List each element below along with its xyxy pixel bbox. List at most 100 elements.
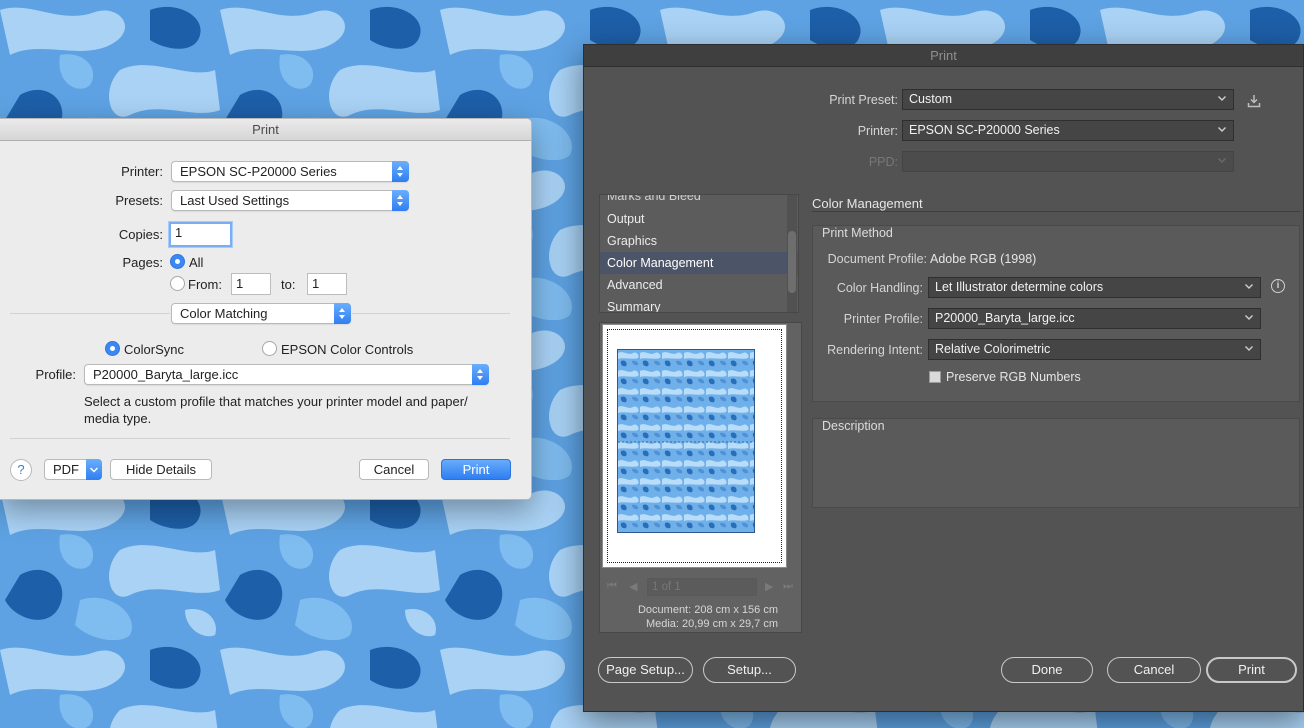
pages-to-label: to: (281, 277, 296, 292)
cancel-button[interactable]: Cancel (359, 459, 429, 480)
divider (352, 313, 510, 314)
print-button[interactable]: Print (441, 459, 511, 480)
print-preset-dropdown[interactable]: Custom (902, 89, 1234, 110)
rendering-intent-label: Rendering Intent: (827, 343, 923, 357)
list-scrollbar[interactable] (787, 195, 797, 312)
list-item-color-management[interactable]: Color Management (600, 252, 798, 274)
mac-print-dialog: Print Printer: EPSON SC-P20000 Series Pr… (0, 118, 532, 500)
print-method-panel: Print Method Document Profile: Adobe RGB… (812, 225, 1300, 402)
colorsync-label: ColorSync (124, 342, 184, 357)
media-size: Media: 20,99 cm x 29,7 cm (645, 618, 778, 630)
cancel-button[interactable]: Cancel (1107, 657, 1201, 683)
color-handling-dropdown[interactable]: Let Illustrator determine colors (928, 277, 1261, 298)
description-panel: Description (812, 418, 1300, 508)
document-size: Document: 208 cm x 156 cm (637, 604, 778, 616)
section-popup[interactable]: Color Matching (171, 303, 351, 324)
divider (10, 438, 510, 439)
chevron-down-icon (1245, 315, 1253, 320)
print-preview: ⏮ ◀ 1 of 1 ▶ ⏭ Document: 208 cm x 156 cm… (599, 322, 802, 633)
prev-page-icon[interactable]: ◀ (629, 580, 637, 593)
presets-value: Last Used Settings (180, 193, 290, 208)
print-preset-label: Print Preset: (829, 93, 898, 107)
illustrator-print-dialog: Print Print Preset: Custom Printer: EPSO… (583, 44, 1304, 712)
save-preset-icon[interactable] (1247, 94, 1261, 108)
first-page-icon[interactable]: ⏮ (607, 580, 617, 593)
pages-from-field[interactable]: 1 (231, 273, 271, 295)
done-button[interactable]: Done (1001, 657, 1093, 683)
colorsync-radio[interactable] (105, 341, 120, 356)
presets-label: Presets: (115, 193, 163, 208)
dialog-title: Print (584, 45, 1303, 67)
profile-hint: Select a custom profile that matches you… (84, 394, 468, 426)
pages-to-field[interactable]: 1 (307, 273, 347, 295)
category-list: Marks and Bleed Output Graphics Color Ma… (599, 194, 799, 313)
page-field[interactable]: 1 of 1 (647, 578, 757, 596)
section-title: Color Management (812, 196, 923, 211)
page-setup-button[interactable]: Page Setup... (598, 657, 693, 683)
profile-label: Profile: (35, 367, 76, 382)
printer-value: EPSON SC-P20000 Series (909, 123, 1060, 137)
section-value: Color Matching (180, 306, 268, 321)
epson-color-controls-radio[interactable] (262, 341, 277, 356)
setup-button[interactable]: Setup... (703, 657, 796, 683)
color-handling-label: Color Handling: (836, 281, 923, 295)
popup-arrows-icon (392, 161, 409, 182)
printer-profile-value: P20000_Baryta_large.icc (935, 311, 1075, 325)
chevron-down-icon (1218, 158, 1226, 163)
printer-value: EPSON SC-P20000 Series (180, 164, 337, 179)
list-item-output[interactable]: Output (600, 208, 798, 230)
document-profile-label: Document Profile: (827, 252, 927, 266)
pages-from-label: From: (188, 277, 222, 292)
presets-popup[interactable]: Last Used Settings (171, 190, 409, 211)
list-item-marks-and-bleed[interactable]: Marks and Bleed (600, 195, 798, 208)
pdf-menu-button[interactable]: PDF (44, 459, 102, 480)
info-icon[interactable]: i (1271, 279, 1285, 293)
print-method-title: Print Method (822, 226, 893, 240)
rendering-intent-value: Relative Colorimetric (935, 342, 1051, 356)
pages-all-label: All (189, 255, 204, 270)
list-item-graphics[interactable]: Graphics (600, 230, 798, 252)
chevron-down-icon (1245, 284, 1253, 289)
popup-arrows-icon (392, 190, 409, 211)
chevron-down-icon (86, 459, 102, 480)
dialog-title: Print (0, 119, 531, 141)
hide-details-button[interactable]: Hide Details (110, 459, 212, 480)
pages-all-radio[interactable] (170, 254, 185, 269)
list-item-summary[interactable]: Summary (600, 296, 798, 312)
chevron-down-icon (1218, 127, 1226, 132)
pages-range-radio[interactable] (170, 276, 185, 291)
printer-profile-label: Printer Profile: (843, 312, 923, 326)
epson-color-controls-label: EPSON Color Controls (281, 342, 414, 357)
artwork-pattern-image (618, 350, 754, 532)
popup-arrows-icon (472, 364, 489, 385)
printer-profile-dropdown[interactable]: P20000_Baryta_large.icc (928, 308, 1261, 329)
description-title: Description (822, 419, 885, 433)
divider (10, 313, 170, 314)
chevron-down-icon (1218, 96, 1226, 101)
printer-label: Printer: (857, 124, 898, 138)
printer-label: Printer: (121, 164, 163, 179)
printer-popup[interactable]: EPSON SC-P20000 Series (171, 161, 409, 182)
copies-field[interactable]: 1 (169, 222, 232, 247)
ppd-dropdown (902, 151, 1234, 172)
print-button[interactable]: Print (1206, 657, 1297, 683)
preserve-rgb-label: Preserve RGB Numbers (946, 370, 1081, 384)
next-page-icon[interactable]: ▶ (765, 580, 773, 593)
chevron-down-icon (1245, 346, 1253, 351)
last-page-icon[interactable]: ⏭ (783, 580, 793, 593)
divider (812, 211, 1300, 212)
preview-page[interactable] (603, 325, 786, 567)
scrollbar-thumb[interactable] (788, 231, 796, 293)
artwork-thumbnail (617, 349, 755, 533)
list-item-advanced[interactable]: Advanced (600, 274, 798, 296)
preview-pager: ⏮ ◀ 1 of 1 ▶ ⏭ (605, 577, 795, 597)
help-button[interactable]: ? (10, 459, 32, 481)
ppd-label: PPD: (868, 155, 898, 169)
pages-label: Pages: (122, 255, 163, 270)
popup-arrows-icon (334, 303, 351, 324)
preserve-rgb-checkbox[interactable] (929, 371, 941, 383)
print-preset-value: Custom (909, 92, 953, 106)
rendering-intent-dropdown[interactable]: Relative Colorimetric (928, 339, 1261, 360)
profile-popup[interactable]: P20000_Baryta_large.icc (84, 364, 489, 385)
printer-dropdown[interactable]: EPSON SC-P20000 Series (902, 120, 1234, 141)
